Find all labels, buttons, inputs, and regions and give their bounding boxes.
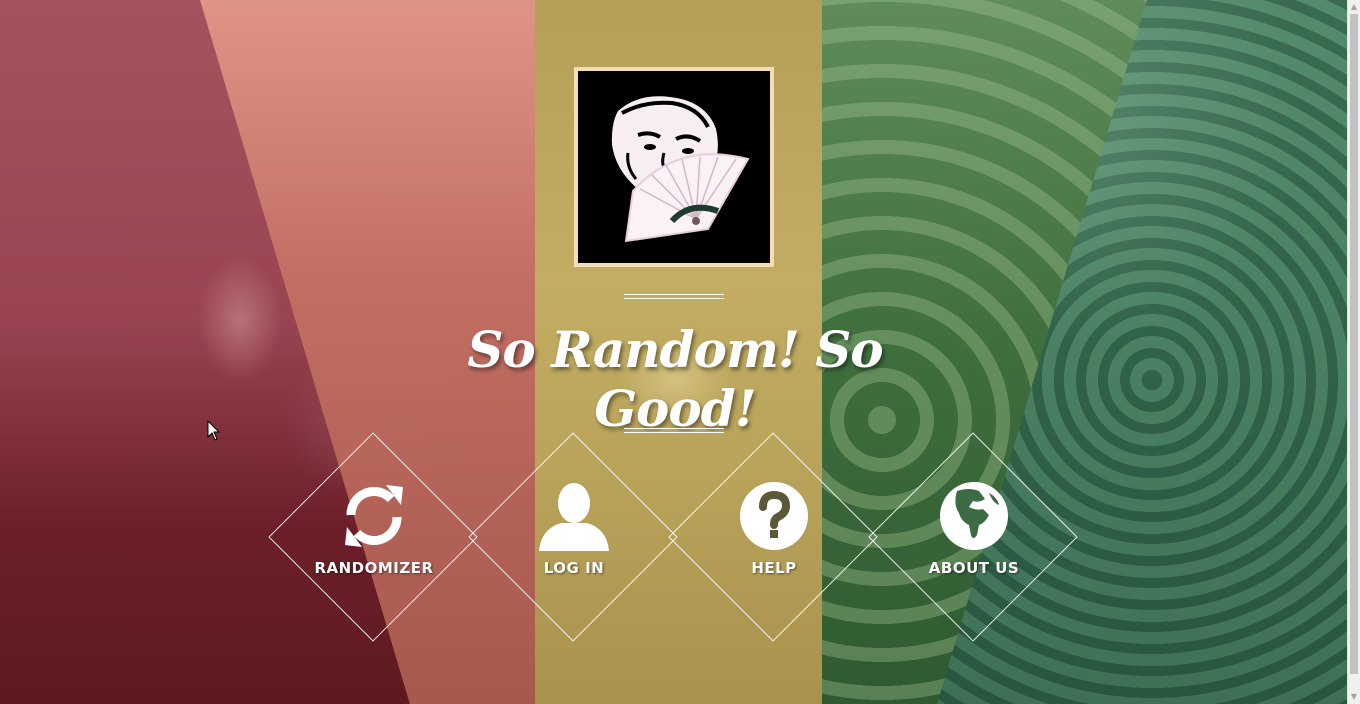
login-button[interactable]: LOG IN (468, 432, 679, 643)
question-icon (740, 482, 808, 550)
help-button[interactable]: HELP (668, 432, 879, 643)
randomizer-button[interactable]: RANDOMIZER (268, 432, 479, 643)
refresh-icon (345, 485, 403, 547)
scroll-down-arrow-icon[interactable]: ▼ (1348, 690, 1360, 704)
logo-face-fan-image (611, 96, 750, 243)
scroll-up-arrow-icon[interactable]: ▲ (1348, 0, 1360, 14)
vertical-scrollbar[interactable]: ▲ ▼ (1347, 0, 1360, 704)
tagline: So Random! So Good! (467, 320, 883, 438)
randomizer-label: RANDOMIZER (314, 559, 434, 577)
scrollbar-thumb[interactable] (1350, 14, 1358, 674)
mouse-pointer-icon (207, 420, 221, 441)
divider-top (624, 294, 724, 299)
user-icon (539, 483, 609, 551)
about-us-button[interactable]: ABOUT US (868, 432, 1079, 643)
about-us-label: ABOUT US (928, 559, 1020, 577)
login-label: LOG IN (543, 559, 605, 577)
globe-icon (940, 482, 1008, 550)
site-logo (574, 67, 774, 267)
help-label: HELP (751, 559, 797, 577)
